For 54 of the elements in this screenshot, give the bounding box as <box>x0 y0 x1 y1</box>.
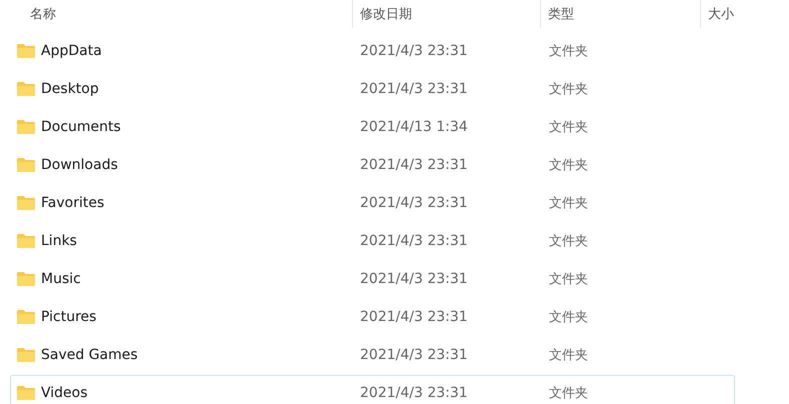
file-type: 文件夹 <box>548 347 589 364</box>
file-name: AppData <box>41 43 102 59</box>
file-name: Music <box>41 271 81 287</box>
file-type: 文件夹 <box>548 233 589 250</box>
column-header[interactable]: 类型 <box>540 0 700 28</box>
file-row[interactable]: Music 2021/4/3 23:31 文件夹 <box>10 261 735 297</box>
file-row[interactable]: Documents 2021/4/13 1:34 文件夹 <box>10 109 735 145</box>
folder-icon <box>17 272 35 286</box>
file-type: 文件夹 <box>548 119 589 136</box>
folder-icon <box>17 348 35 362</box>
modified-date: 2021/4/3 23:31 <box>359 195 469 211</box>
folder-icon <box>17 196 35 210</box>
file-name: Saved Games <box>41 347 138 363</box>
file-row[interactable]: Downloads 2021/4/3 23:31 文件夹 <box>10 147 735 183</box>
file-name: Links <box>41 233 77 249</box>
file-row[interactable]: Videos 2021/4/3 23:31 文件夹 <box>10 375 735 404</box>
modified-date: 2021/4/3 23:31 <box>359 157 469 173</box>
column-header[interactable]: 名称 <box>0 0 352 28</box>
file-type: 文件夹 <box>548 309 589 326</box>
file-row[interactable]: AppData 2021/4/3 23:31 文件夹 <box>10 33 735 69</box>
file-name: Pictures <box>41 309 96 325</box>
file-type: 文件夹 <box>548 81 589 98</box>
modified-date: 2021/4/3 23:31 <box>359 347 469 363</box>
file-row[interactable]: Favorites 2021/4/3 23:31 文件夹 <box>10 185 735 221</box>
file-name: Favorites <box>41 195 104 211</box>
file-type: 文件夹 <box>548 157 589 174</box>
file-type: 文件夹 <box>548 195 589 212</box>
modified-date: 2021/4/13 1:34 <box>359 119 469 135</box>
folder-icon <box>17 44 35 58</box>
folder-icon <box>17 386 35 400</box>
file-name: Desktop <box>41 81 99 97</box>
modified-date: 2021/4/3 23:31 <box>359 271 469 287</box>
modified-date: 2021/4/3 23:31 <box>359 233 469 249</box>
file-name: Documents <box>41 119 121 135</box>
folder-icon <box>17 82 35 96</box>
file-name: Downloads <box>41 157 118 173</box>
file-type: 文件夹 <box>548 271 589 288</box>
modified-date: 2021/4/3 23:31 <box>359 81 469 97</box>
file-row[interactable]: Saved Games 2021/4/3 23:31 文件夹 <box>10 337 735 373</box>
folder-icon <box>17 234 35 248</box>
file-name: Videos <box>41 385 88 401</box>
file-row[interactable]: Desktop 2021/4/3 23:31 文件夹 <box>10 71 735 107</box>
file-type: 文件夹 <box>548 43 589 60</box>
file-type: 文件夹 <box>548 385 589 402</box>
file-row[interactable]: Pictures 2021/4/3 23:31 文件夹 <box>10 299 735 335</box>
modified-date: 2021/4/3 23:31 <box>359 385 469 401</box>
folder-icon <box>17 310 35 324</box>
column-header[interactable]: 大小 <box>700 0 789 28</box>
modified-date: 2021/4/3 23:31 <box>359 309 469 325</box>
file-row[interactable]: Links 2021/4/3 23:31 文件夹 <box>10 223 735 259</box>
column-header[interactable]: 修改日期 <box>352 0 540 28</box>
folder-icon <box>17 158 35 172</box>
folder-icon <box>17 120 35 134</box>
modified-date: 2021/4/3 23:31 <box>359 43 469 59</box>
